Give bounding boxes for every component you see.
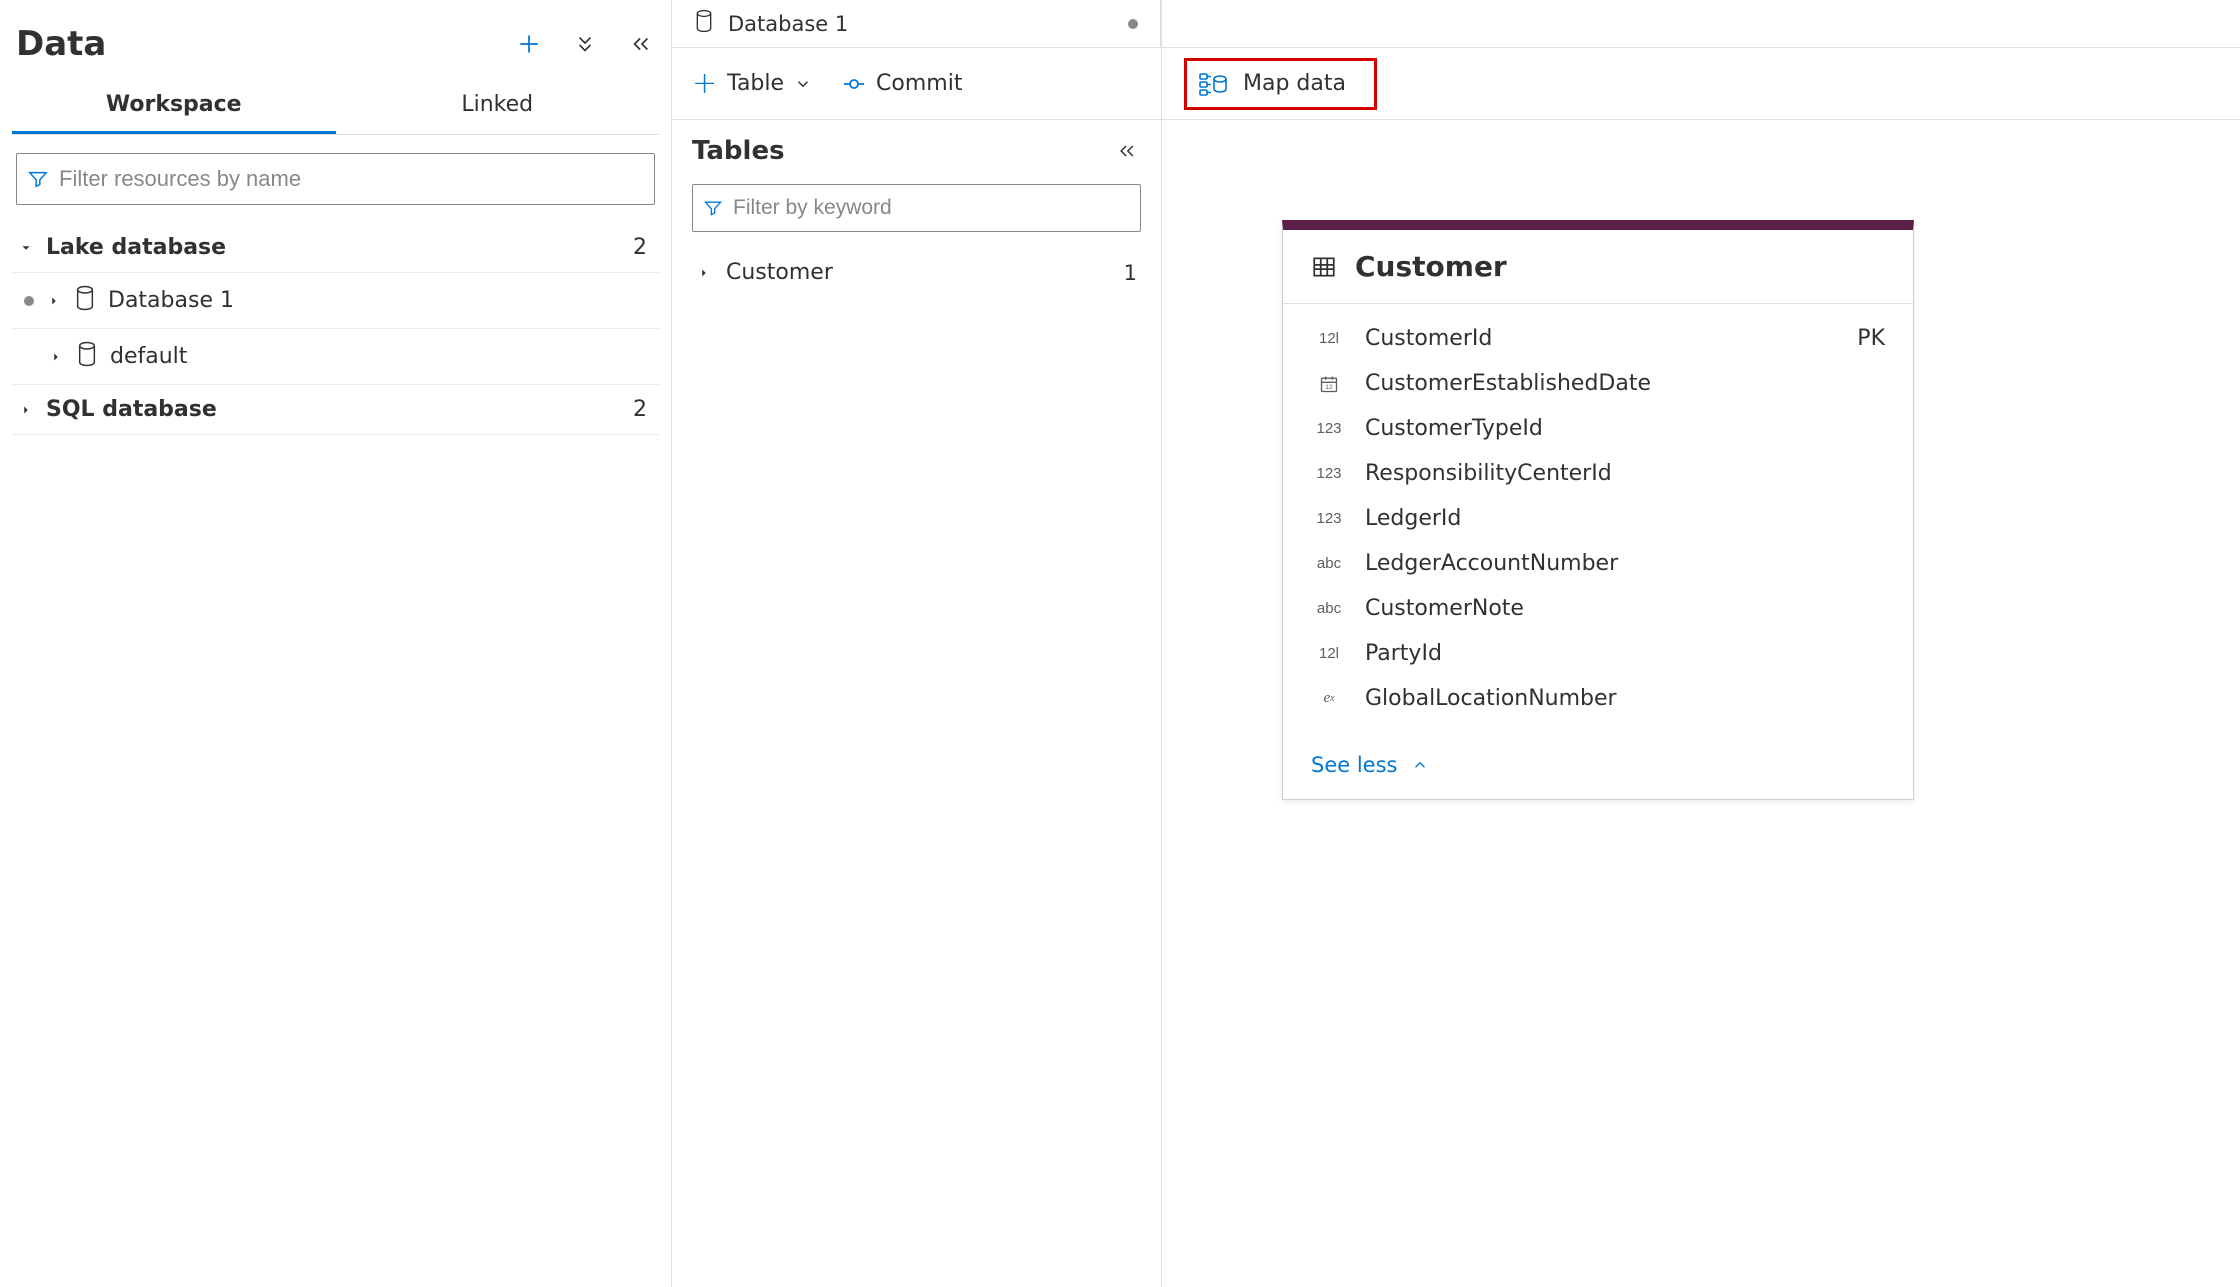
entity-name: Customer <box>1355 250 1507 283</box>
filter-icon <box>703 198 723 218</box>
entity-card-customer[interactable]: Customer 12l CustomerId PK 12 CustomerEstabl… <box>1282 220 1914 800</box>
lake-db-item-label: default <box>110 344 187 369</box>
database-icon <box>76 341 98 372</box>
table-icon <box>1311 254 1337 280</box>
chevron-right-icon <box>46 293 62 309</box>
chevron-right-icon <box>48 349 64 365</box>
tables-panel: Database 1 + Table Commit Tables <box>672 0 1162 1287</box>
data-tabs: Workspace Linked <box>12 78 659 135</box>
commit-label: Commit <box>876 71 962 96</box>
column-row[interactable]: 12 CustomerEstablishedDate <box>1311 361 1885 406</box>
lake-database-label: Lake database <box>46 235 226 260</box>
column-type-icon: ex <box>1311 690 1347 707</box>
database-icon <box>74 285 96 316</box>
tab-linked[interactable]: Linked <box>336 78 660 134</box>
column-type-icon: abc <box>1311 600 1347 617</box>
chevron-up-icon <box>1411 756 1429 774</box>
chevron-right-icon <box>18 402 34 418</box>
chevrons-down-icon[interactable] <box>571 30 599 58</box>
see-less-label: See less <box>1311 753 1397 777</box>
tables-filter-input[interactable] <box>733 196 1130 220</box>
column-row[interactable]: 12l PartyId <box>1311 631 1885 676</box>
chevron-down-icon <box>794 75 812 93</box>
database-icon <box>694 9 714 38</box>
editor-tab-database1[interactable]: Database 1 <box>672 0 1161 47</box>
column-row[interactable]: abc LedgerAccountNumber <box>1311 541 1885 586</box>
commit-button[interactable]: Commit <box>842 71 962 96</box>
column-key: PK <box>1857 326 1885 351</box>
column-type-icon: 12 <box>1311 374 1347 394</box>
column-name: PartyId <box>1365 641 1442 666</box>
column-name: LedgerAccountNumber <box>1365 551 1618 576</box>
map-data-icon <box>1199 71 1227 97</box>
column-name: CustomerId <box>1365 326 1492 351</box>
resource-filter-input[interactable] <box>59 166 644 192</box>
lake-database-node[interactable]: Lake database 2 <box>12 223 659 273</box>
column-row[interactable]: 123 ResponsibilityCenterId <box>1311 451 1885 496</box>
tables-filter[interactable] <box>692 184 1141 232</box>
lake-database-count: 2 <box>633 235 653 260</box>
column-row[interactable]: 123 CustomerTypeId <box>1311 406 1885 451</box>
filter-icon <box>27 168 49 190</box>
table-item-label: Customer <box>726 260 833 285</box>
lake-db-item-database1[interactable]: Database 1 <box>12 273 659 329</box>
lake-db-item-label: Database 1 <box>108 288 234 313</box>
editor-tab-label: Database 1 <box>728 12 848 36</box>
see-less-button[interactable]: See less <box>1283 739 1913 799</box>
column-name: GlobalLocationNumber <box>1365 686 1617 711</box>
data-panel: Data Workspace Linked <box>0 0 672 1287</box>
collapse-tables-icon[interactable] <box>1113 137 1141 165</box>
lake-db-item-default[interactable]: default <box>12 329 659 385</box>
resource-filter[interactable] <box>16 153 655 205</box>
new-table-button[interactable]: + Table <box>692 69 812 99</box>
column-type-icon: 123 <box>1311 465 1347 482</box>
column-row[interactable]: 12l CustomerId PK <box>1311 316 1885 361</box>
commit-icon <box>842 72 866 96</box>
svg-text:12: 12 <box>1325 384 1333 391</box>
chevron-down-icon <box>18 240 34 256</box>
column-type-icon: 12l <box>1311 330 1347 347</box>
column-name: LedgerId <box>1365 506 1461 531</box>
chevron-right-icon <box>696 265 712 281</box>
column-name: ResponsibilityCenterId <box>1365 461 1612 486</box>
column-row[interactable]: abc CustomerNote <box>1311 586 1885 631</box>
data-panel-title: Data <box>16 24 106 64</box>
column-type-icon: 123 <box>1311 420 1347 437</box>
table-item-customer[interactable]: Customer 1 <box>692 248 1141 297</box>
sql-database-count: 2 <box>633 397 653 422</box>
new-table-label: Table <box>727 71 784 96</box>
tables-title: Tables <box>692 136 785 166</box>
collapse-panel-icon[interactable] <box>627 30 655 58</box>
sql-database-node[interactable]: SQL database 2 <box>12 385 659 435</box>
column-name: CustomerEstablishedDate <box>1365 371 1651 396</box>
tab-workspace[interactable]: Workspace <box>12 78 336 134</box>
column-type-icon: abc <box>1311 555 1347 572</box>
add-icon[interactable] <box>515 30 543 58</box>
column-row[interactable]: 123 LedgerId <box>1311 496 1885 541</box>
unsaved-dot-icon <box>1128 19 1138 29</box>
column-type-icon: 123 <box>1311 510 1347 527</box>
column-name: CustomerTypeId <box>1365 416 1543 441</box>
unsaved-dot-icon <box>24 296 34 306</box>
canvas-panel: Map data Customer 12lCustomerIdPK12Custo… <box>1162 0 2240 1287</box>
column-row[interactable]: ex GlobalLocationNumber <box>1311 676 1885 721</box>
column-type-icon: 12l <box>1311 645 1347 662</box>
map-data-button[interactable]: Map data <box>1184 58 1377 110</box>
map-data-label: Map data <box>1243 71 1346 96</box>
column-name: CustomerNote <box>1365 596 1524 621</box>
sql-database-label: SQL database <box>46 397 217 422</box>
table-item-count: 1 <box>1124 261 1137 285</box>
